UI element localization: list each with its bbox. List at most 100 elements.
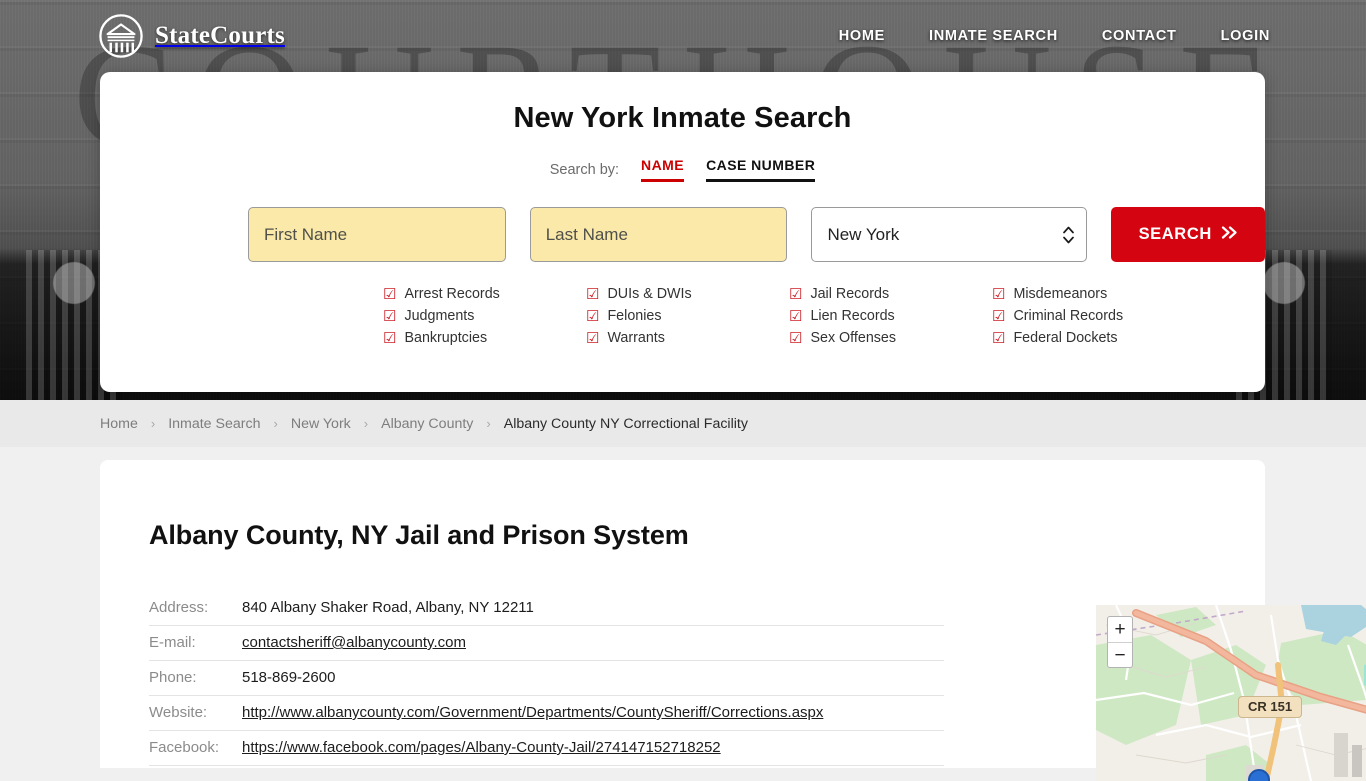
checked-box-icon: ☑ bbox=[586, 307, 600, 325]
table-row: Phone: 518-869-2600 bbox=[149, 660, 944, 696]
checkbox-label: Judgments bbox=[404, 308, 475, 324]
checkbox-lien-records[interactable]: ☑ Lien Records bbox=[789, 308, 992, 324]
state-select-value: New York bbox=[827, 224, 900, 244]
map-zoom-out-button[interactable]: − bbox=[1108, 642, 1132, 667]
nav-item-contact[interactable]: CONTACT bbox=[1102, 28, 1177, 44]
breadcrumb-item-current: Albany County NY Correctional Facility bbox=[503, 415, 748, 432]
breadcrumb-bar: Home › Inmate Search › New York › Albany… bbox=[0, 400, 1366, 447]
checkbox-label: Jail Records bbox=[810, 286, 890, 302]
facebook-link[interactable]: https://www.facebook.com/pages/Albany-Co… bbox=[242, 739, 721, 756]
tab-case-number[interactable]: CASE NUMBER bbox=[706, 157, 816, 182]
checked-box-icon: ☑ bbox=[789, 329, 803, 347]
email-link[interactable]: contactsheriff@albanycounty.com bbox=[242, 634, 466, 651]
detail-value-phone: 518-869-2600 bbox=[242, 660, 944, 696]
double-chevron-right-icon bbox=[1221, 225, 1238, 244]
checkbox-bankruptcies[interactable]: ☑ Bankruptcies bbox=[383, 330, 586, 346]
checkbox-sex-offenses[interactable]: ☑ Sex Offenses bbox=[789, 330, 992, 346]
detail-label: Facebook: bbox=[149, 730, 242, 766]
checkbox-label: DUIs & DWIs bbox=[607, 286, 692, 302]
detail-value-email: contactsheriff@albanycounty.com bbox=[242, 625, 944, 661]
chevron-right-icon: › bbox=[363, 416, 369, 431]
page-title: Albany County, NY Jail and Prison System bbox=[149, 520, 689, 550]
detail-value-address: 840 Albany Shaker Road, Albany, NY 12211 bbox=[242, 591, 944, 626]
breadcrumb-item-albany-county[interactable]: Albany County bbox=[381, 416, 473, 432]
nav-item-home[interactable]: HOME bbox=[839, 28, 885, 44]
breadcrumb-item-inmate-search[interactable]: Inmate Search bbox=[168, 416, 260, 432]
page-body: Albany County, NY Jail and Prison System… bbox=[0, 447, 1366, 781]
facility-content-card: Albany County, NY Jail and Prison System… bbox=[100, 460, 1366, 781]
checked-box-icon: ☑ bbox=[992, 285, 1006, 303]
map-tiles bbox=[1096, 605, 1366, 781]
search-button[interactable]: SEARCH bbox=[1111, 207, 1265, 262]
detail-label: Website: bbox=[149, 695, 242, 731]
checkbox-label: Misdemeanors bbox=[1013, 286, 1108, 302]
last-name-input[interactable] bbox=[529, 207, 788, 262]
tab-name[interactable]: NAME bbox=[641, 157, 685, 182]
map-zoom-in-button[interactable]: + bbox=[1108, 617, 1132, 642]
chevron-right-icon: › bbox=[273, 416, 278, 431]
detail-value-facebook: https://www.facebook.com/pages/Albany-Co… bbox=[242, 730, 944, 766]
checked-box-icon: ☑ bbox=[992, 307, 1006, 325]
detail-value-website: http://www.albanycounty.com/Government/D… bbox=[242, 695, 944, 731]
checked-box-icon: ☑ bbox=[383, 307, 397, 325]
nav-item-login[interactable]: LOGIN bbox=[1221, 28, 1270, 44]
checkbox-label: Felonies bbox=[607, 308, 662, 324]
checked-box-icon: ☑ bbox=[586, 285, 600, 303]
main-nav: HOME INMATE SEARCH CONTACT LOGIN bbox=[839, 28, 1270, 44]
hero-section: COURTHOUSE StateCourts HOME bbox=[0, 0, 1366, 400]
website-link[interactable]: http://www.albanycounty.com/Government/D… bbox=[242, 704, 823, 721]
search-button-label: SEARCH bbox=[1138, 225, 1212, 243]
location-map[interactable]: + − CR 151 Alba bbox=[1096, 605, 1366, 781]
search-by-label: Search by: bbox=[549, 161, 620, 178]
table-row: E-mail: contactsheriff@albanycounty.com bbox=[149, 625, 944, 661]
table-row: Address: 840 Albany Shaker Road, Albany,… bbox=[149, 591, 944, 626]
checkbox-warrants[interactable]: ☑ Warrants bbox=[586, 330, 789, 346]
map-zoom-controls: + − bbox=[1107, 616, 1133, 668]
checkbox-misdemeanors[interactable]: ☑ Misdemeanors bbox=[992, 286, 1195, 302]
detail-label: Address: bbox=[149, 591, 242, 626]
checkbox-label: Bankruptcies bbox=[404, 330, 488, 346]
checked-box-icon: ☑ bbox=[383, 285, 397, 303]
chevron-right-icon: › bbox=[150, 416, 156, 431]
inmate-search-card: New York Inmate Search Search by: NAME C… bbox=[100, 72, 1265, 392]
checkbox-felonies[interactable]: ☑ Felonies bbox=[586, 308, 789, 324]
search-form: New York SEARCH bbox=[248, 207, 1265, 262]
table-row: Website: http://www.albanycounty.com/Gov… bbox=[149, 695, 944, 731]
checked-box-icon: ☑ bbox=[789, 307, 803, 325]
checkbox-label: Sex Offenses bbox=[810, 330, 897, 346]
checkbox-jail-records[interactable]: ☑ Jail Records bbox=[789, 286, 992, 302]
courthouse-circle-icon bbox=[98, 13, 144, 59]
nav-item-inmate-search[interactable]: INMATE SEARCH bbox=[929, 28, 1058, 44]
state-select[interactable]: New York bbox=[811, 207, 1088, 262]
breadcrumb-item-new-york[interactable]: New York bbox=[291, 416, 351, 432]
detail-label: E-mail: bbox=[149, 625, 242, 661]
checkbox-label: Lien Records bbox=[810, 308, 895, 324]
search-card-title: New York Inmate Search bbox=[513, 102, 852, 134]
checkbox-arrest-records[interactable]: ☑ Arrest Records bbox=[383, 286, 586, 302]
checkbox-label: Warrants bbox=[607, 330, 665, 346]
state-select-wrapper: New York bbox=[811, 207, 1088, 262]
checkbox-duis-dwis[interactable]: ☑ DUIs & DWIs bbox=[586, 286, 789, 302]
checkbox-federal-dockets[interactable]: ☑ Federal Dockets bbox=[992, 330, 1195, 346]
road-shield-label: CR 151 bbox=[1238, 696, 1303, 718]
record-type-checkbox-grid: ☑ Arrest Records ☑ DUIs & DWIs ☑ Jail Recor… bbox=[383, 286, 1265, 346]
facility-details-table: Address: 840 Albany Shaker Road, Albany,… bbox=[149, 591, 944, 766]
first-name-input[interactable] bbox=[248, 207, 506, 262]
top-navigation-bar: StateCourts HOME INMATE SEARCH CONTACT L… bbox=[0, 0, 1366, 72]
checked-box-icon: ☑ bbox=[586, 329, 600, 347]
breadcrumb: Home › Inmate Search › New York › Albany… bbox=[100, 416, 748, 432]
checkbox-judgments[interactable]: ☑ Judgments bbox=[383, 308, 586, 324]
checked-box-icon: ☑ bbox=[992, 329, 1006, 347]
checked-box-icon: ☑ bbox=[383, 329, 397, 347]
brand-name: StateCourts bbox=[155, 22, 285, 49]
brand-logo-link[interactable]: StateCourts bbox=[98, 13, 285, 59]
checkbox-label: Federal Dockets bbox=[1013, 330, 1118, 346]
checkbox-label: Arrest Records bbox=[404, 286, 500, 302]
chevron-right-icon: › bbox=[486, 416, 491, 431]
breadcrumb-item-home[interactable]: Home bbox=[100, 416, 138, 432]
table-row: Facebook: https://www.facebook.com/pages… bbox=[149, 730, 944, 766]
detail-label: Phone: bbox=[149, 660, 242, 696]
checkbox-criminal-records[interactable]: ☑ Criminal Records bbox=[992, 308, 1195, 324]
checked-box-icon: ☑ bbox=[789, 285, 803, 303]
checkbox-label: Criminal Records bbox=[1013, 308, 1124, 324]
